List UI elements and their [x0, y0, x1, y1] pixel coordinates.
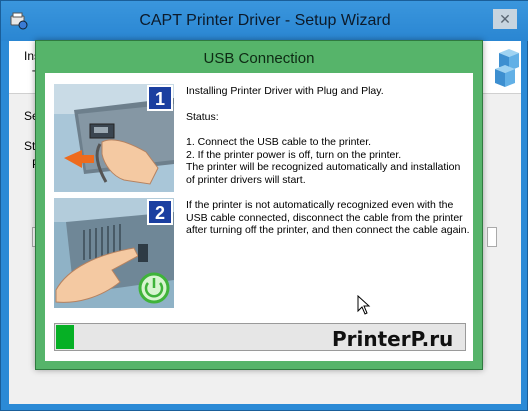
dialog-content: 1 2 Installing Printer Driver with Plug … — [45, 73, 473, 361]
step-1-text: 1. Connect the USB cable to the printer. — [186, 136, 372, 148]
intro-text: Installing Printer Driver with Plug and … — [186, 85, 384, 97]
note-text: If the printer is not automatically reco… — [186, 199, 470, 236]
step-2-text: 2. If the printer power is off, turn on … — [186, 148, 402, 161]
outer-title-bar[interactable]: CAPT Printer Driver - Setup Wizard ✕ — [1, 1, 528, 41]
recognition-text: The printer will be recognized automatic… — [186, 161, 461, 186]
step-badge-1: 1 — [155, 89, 165, 109]
outer-window-title: CAPT Printer Driver - Setup Wizard — [139, 12, 391, 29]
progress-bar-fill — [56, 325, 74, 349]
cubes-icon — [495, 49, 519, 87]
mouse-cursor-icon — [357, 295, 371, 315]
power-icon — [138, 272, 170, 304]
close-button[interactable]: ✕ — [493, 9, 517, 29]
dialog-title-bar[interactable]: USB Connection — [36, 41, 482, 73]
outer-progress-edge-right — [487, 227, 497, 247]
usb-connection-dialog: USB Connection 1 2 Installing Printer Dr… — [35, 40, 483, 370]
step-badge-2: 2 — [155, 203, 165, 223]
connection-illustration: 1 2 — [54, 84, 174, 308]
dialog-title: USB Connection — [203, 50, 315, 67]
watermark-text: PrinterP.ru — [332, 327, 454, 351]
instructions-text: Installing Printer Driver with Plug and … — [186, 85, 470, 237]
status-label: Status: — [186, 110, 219, 123]
